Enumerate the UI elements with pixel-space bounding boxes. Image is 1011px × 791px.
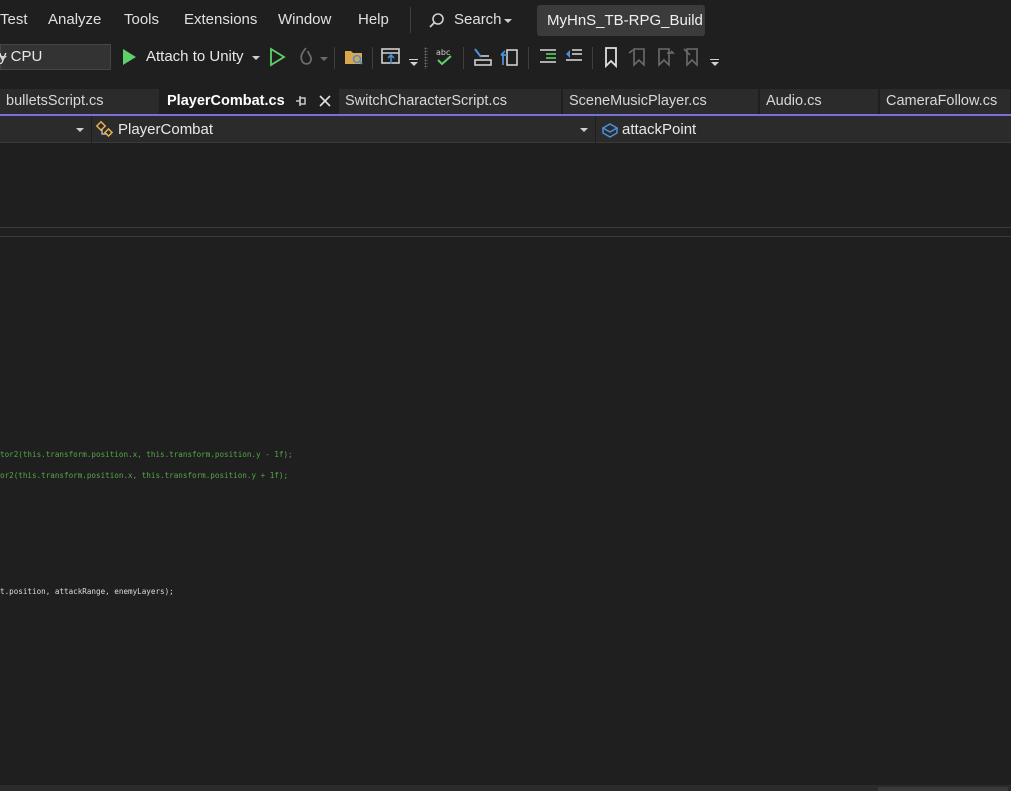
tab-label: CameraFollow.cs xyxy=(886,93,998,109)
toolbar-separator xyxy=(334,47,335,69)
menu-help[interactable]: Help xyxy=(358,11,389,28)
toolbar-grip[interactable] xyxy=(424,47,428,69)
member-dropdown[interactable]: attackPoint xyxy=(596,118,1011,141)
tab-player-combat[interactable]: PlayerCombat.cs xyxy=(161,89,338,114)
navigation-bar: PlayerCombat attackPoint xyxy=(0,116,1011,143)
class-icon xyxy=(96,120,114,138)
clear-bookmarks-icon[interactable] xyxy=(680,45,704,69)
field-icon xyxy=(601,123,619,138)
menu-separator xyxy=(410,7,411,33)
editor-divider xyxy=(0,236,1011,237)
solution-name-badge[interactable]: MyHnS_TB-RPG_Build xyxy=(537,5,705,36)
search-label: Search xyxy=(454,11,502,28)
status-area xyxy=(878,787,1008,791)
toolbar-separator xyxy=(372,47,373,69)
search-icon xyxy=(429,13,444,28)
tab-label: PlayerCombat.cs xyxy=(167,93,285,109)
toolbar-separator xyxy=(592,47,593,69)
horizontal-scrollbar[interactable] xyxy=(0,785,1011,791)
toolbar-separator xyxy=(463,47,464,69)
code-editor[interactable]: tor2(this.transform.position.x, this.tra… xyxy=(0,143,1011,785)
svg-text:abc: abc xyxy=(436,48,450,57)
tab-label: Audio.cs xyxy=(766,93,822,109)
chevron-down-icon xyxy=(504,19,512,23)
member-dropdown-value: attackPoint xyxy=(622,121,697,138)
window-layout-icon[interactable] xyxy=(379,45,403,69)
overflow-line xyxy=(710,59,719,60)
chevron-down-icon xyxy=(0,56,7,60)
code-line: or2(this.transform.position.x, this.tran… xyxy=(0,471,289,480)
close-icon[interactable] xyxy=(318,94,332,108)
previous-bookmark-icon[interactable] xyxy=(626,45,650,69)
bookmark-icon[interactable] xyxy=(599,45,623,69)
search-button[interactable]: Search xyxy=(424,6,519,34)
tab-bullets-script[interactable]: bulletsScript.cs xyxy=(0,89,160,114)
play-icon xyxy=(123,49,136,65)
editor-divider xyxy=(0,227,1011,228)
folder-search-icon[interactable] xyxy=(342,45,366,69)
type-dropdown[interactable]: PlayerCombat xyxy=(92,118,594,141)
tab-audio[interactable]: Audio.cs xyxy=(760,89,879,114)
menu-extensions[interactable]: Extensions xyxy=(184,11,257,28)
start-without-debugging-icon[interactable] xyxy=(266,45,290,69)
code-line: tor2(this.transform.position.x, this.tra… xyxy=(0,450,293,459)
solution-name: MyHnS_TB-RPG_Build xyxy=(547,12,703,29)
tab-camera-follow[interactable]: CameraFollow.cs xyxy=(880,89,1011,114)
menu-window[interactable]: Window xyxy=(278,11,331,28)
chevron-down-icon xyxy=(76,128,84,132)
toolbar-overflow-icon[interactable] xyxy=(711,62,719,66)
document-tab-strip: bulletsScript.cs PlayerCombat.cs SwitchC… xyxy=(0,89,1011,114)
next-bookmark-icon[interactable] xyxy=(653,45,677,69)
chevron-down-icon xyxy=(580,128,588,132)
step-over-icon[interactable] xyxy=(471,45,495,69)
tab-scene-music-player[interactable]: SceneMusicPlayer.cs xyxy=(563,89,759,114)
menu-test[interactable]: Test xyxy=(0,11,28,28)
code-line: t.position, attackRange, enemyLayers); xyxy=(0,587,174,596)
tab-label: SceneMusicPlayer.cs xyxy=(569,93,707,109)
type-dropdown-value: PlayerCombat xyxy=(118,121,214,138)
attach-label: Attach to Unity xyxy=(146,48,244,65)
align-icon[interactable] xyxy=(498,45,522,69)
chevron-down-icon xyxy=(410,62,418,66)
chevron-down-icon xyxy=(320,57,328,61)
tab-label: SwitchCharacterScript.cs xyxy=(345,93,507,109)
toolbar-separator xyxy=(528,47,529,69)
overflow-line xyxy=(409,59,418,60)
toolbar: y CPU Attach to Unity abc xyxy=(0,41,1011,73)
menu-tools[interactable]: Tools xyxy=(124,11,159,28)
indent-icon[interactable] xyxy=(536,45,560,69)
project-dropdown[interactable] xyxy=(0,118,90,141)
menu-analyze[interactable]: Analyze xyxy=(48,11,101,28)
spell-check-icon[interactable]: abc xyxy=(433,45,457,69)
tab-switch-character-script[interactable]: SwitchCharacterScript.cs xyxy=(339,89,562,114)
hot-reload-icon[interactable] xyxy=(294,45,318,69)
outdent-icon[interactable] xyxy=(562,45,586,69)
solution-platform-dropdown[interactable]: y CPU xyxy=(0,44,111,70)
menu-bar: Test Analyze Tools Extensions Window Hel… xyxy=(0,0,1011,41)
tab-label: bulletsScript.cs xyxy=(6,93,104,109)
pin-icon[interactable] xyxy=(294,94,308,108)
attach-to-unity-button[interactable]: Attach to Unity xyxy=(120,44,262,70)
chevron-down-icon xyxy=(252,56,260,60)
